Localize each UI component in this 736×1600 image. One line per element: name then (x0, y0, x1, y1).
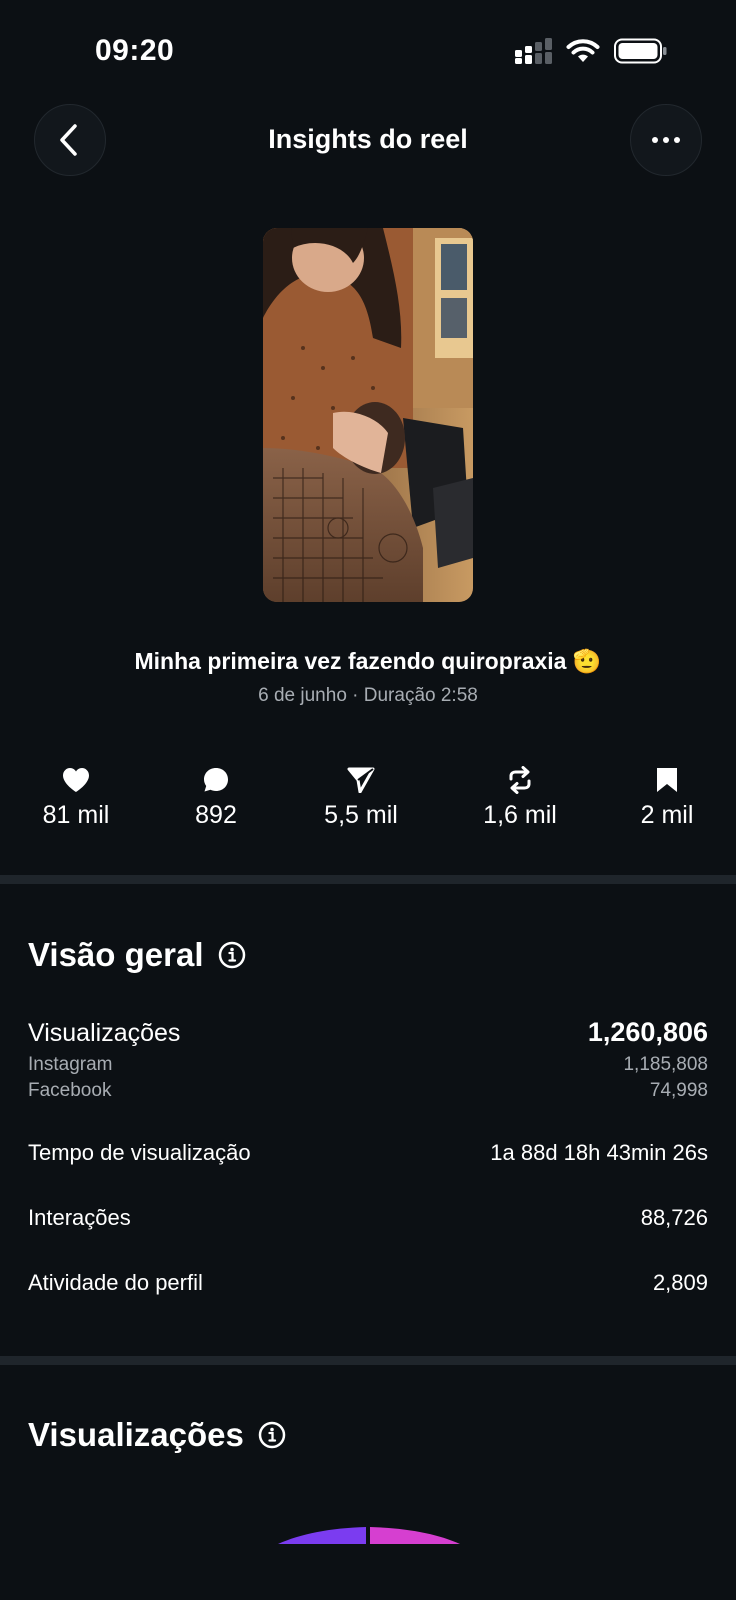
status-icons (514, 38, 668, 64)
info-icon[interactable] (258, 1421, 286, 1449)
stat-comments-value: 892 (195, 801, 237, 829)
interactions-label: Interações (28, 1205, 131, 1230)
reel-thumbnail-image (263, 228, 473, 602)
stat-likes: 81 mil (6, 765, 146, 830)
info-icon[interactable] (218, 941, 246, 969)
views-section-title-text: Visualizações (28, 1416, 244, 1453)
views-gauge (278, 1527, 460, 1544)
stat-saves: 2 mil (597, 765, 736, 830)
views-section-title: Visualizações (28, 1416, 286, 1454)
views-value: 1,260,806 (587, 1017, 708, 1047)
interactions-value: 88,726 (640, 1205, 708, 1230)
more-horizontal-icon (652, 137, 680, 143)
stat-reposts-value: 1,6 mil (483, 801, 557, 829)
battery-icon (614, 38, 667, 64)
watch-time-label: Tempo de visualização (28, 1140, 251, 1165)
comment-icon (204, 768, 228, 792)
repost-icon (509, 766, 531, 794)
reel-caption: Minha primeira vez fazendo quiropraxia 🫡 (134, 648, 602, 674)
instagram-value: 1,185,808 (623, 1054, 708, 1075)
facebook-label: Facebook (28, 1080, 112, 1101)
reel-meta: 6 de junho · Duração 2:58 (258, 685, 478, 706)
stat-shares: 5,5 mil (291, 765, 431, 830)
gauge-segment-facebook (370, 1527, 460, 1544)
overview-title: Visão geral (28, 936, 204, 973)
bookmark-icon (657, 768, 677, 792)
facebook-value: 74,998 (649, 1080, 708, 1101)
profile-activity-label: Atividade do perfil (28, 1270, 203, 1295)
wifi-icon (566, 39, 600, 62)
instagram-label: Instagram (28, 1054, 113, 1075)
views-label: Visualizações (28, 1019, 181, 1047)
stat-likes-value: 81 mil (42, 801, 110, 829)
more-options-button[interactable] (630, 104, 702, 176)
divider (0, 1356, 736, 1365)
stat-comments: 892 (146, 765, 286, 830)
signal-icon (515, 38, 552, 64)
divider (0, 875, 736, 884)
gauge-segment-instagram (278, 1527, 366, 1544)
stat-reposts: 1,6 mil (450, 765, 590, 830)
watch-time-value: 1a 88d 18h 43min 26s (490, 1140, 708, 1165)
reel-thumbnail[interactable] (263, 228, 473, 602)
stat-saves-value: 2 mil (640, 801, 694, 829)
page-title: Insights do reel (268, 124, 468, 154)
share-icon (347, 767, 375, 793)
profile-activity-value: 2,809 (652, 1270, 708, 1295)
stat-shares-value: 5,5 mil (324, 801, 398, 829)
overview-section-title: Visão geral (28, 936, 246, 974)
heart-icon (63, 768, 89, 792)
status-time: 09:20 (95, 34, 175, 67)
